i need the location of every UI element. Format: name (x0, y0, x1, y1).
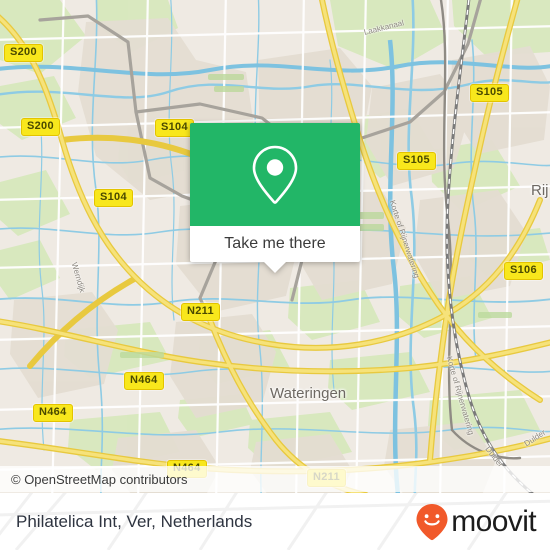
callout-action-panel[interactable]: Take me there (190, 226, 360, 273)
road-shield: S104 (155, 119, 194, 137)
road-shield: S200 (21, 118, 60, 136)
bottom-info-bar: Philatelica Int, Ver, Netherlands moovit (0, 493, 550, 550)
moovit-logo[interactable]: moovit (415, 503, 537, 541)
road-shield: S200 (4, 44, 43, 62)
map-pin-icon (252, 145, 298, 204)
road-shield: S104 (94, 189, 133, 207)
map-attribution-bar: © OpenStreetMap contributors (0, 466, 550, 492)
map-canvas[interactable]: S200 S200 S104 S104 S105 S105 S106 N211 N464 N464… (0, 0, 550, 495)
place-name-label: Wateringen (270, 385, 347, 402)
moovit-smiley-pin-icon (416, 503, 448, 540)
road-shield: N211 (181, 303, 220, 321)
page-title: Philatelica Int, Ver, Netherlands (16, 511, 253, 531)
callout-pin-panel (190, 123, 360, 226)
map-screenshot-root: S200 S200 S104 S104 S105 S105 S106 N211 N464 N464… (0, 0, 550, 550)
road-shield: S105 (470, 84, 509, 102)
road-shield: S105 (397, 152, 436, 170)
callout-pointer (263, 261, 287, 273)
road-shield: N464 (33, 404, 73, 422)
road-shield: S106 (504, 262, 543, 280)
destination-callout[interactable]: Take me there (190, 123, 360, 273)
take-me-there-label: Take me there (224, 235, 326, 252)
moovit-wordmark: moovit (451, 504, 536, 538)
road-shield: N464 (124, 372, 164, 390)
osm-attribution-text[interactable]: © OpenStreetMap contributors (11, 472, 188, 487)
place-name-label: Rij (531, 182, 549, 199)
